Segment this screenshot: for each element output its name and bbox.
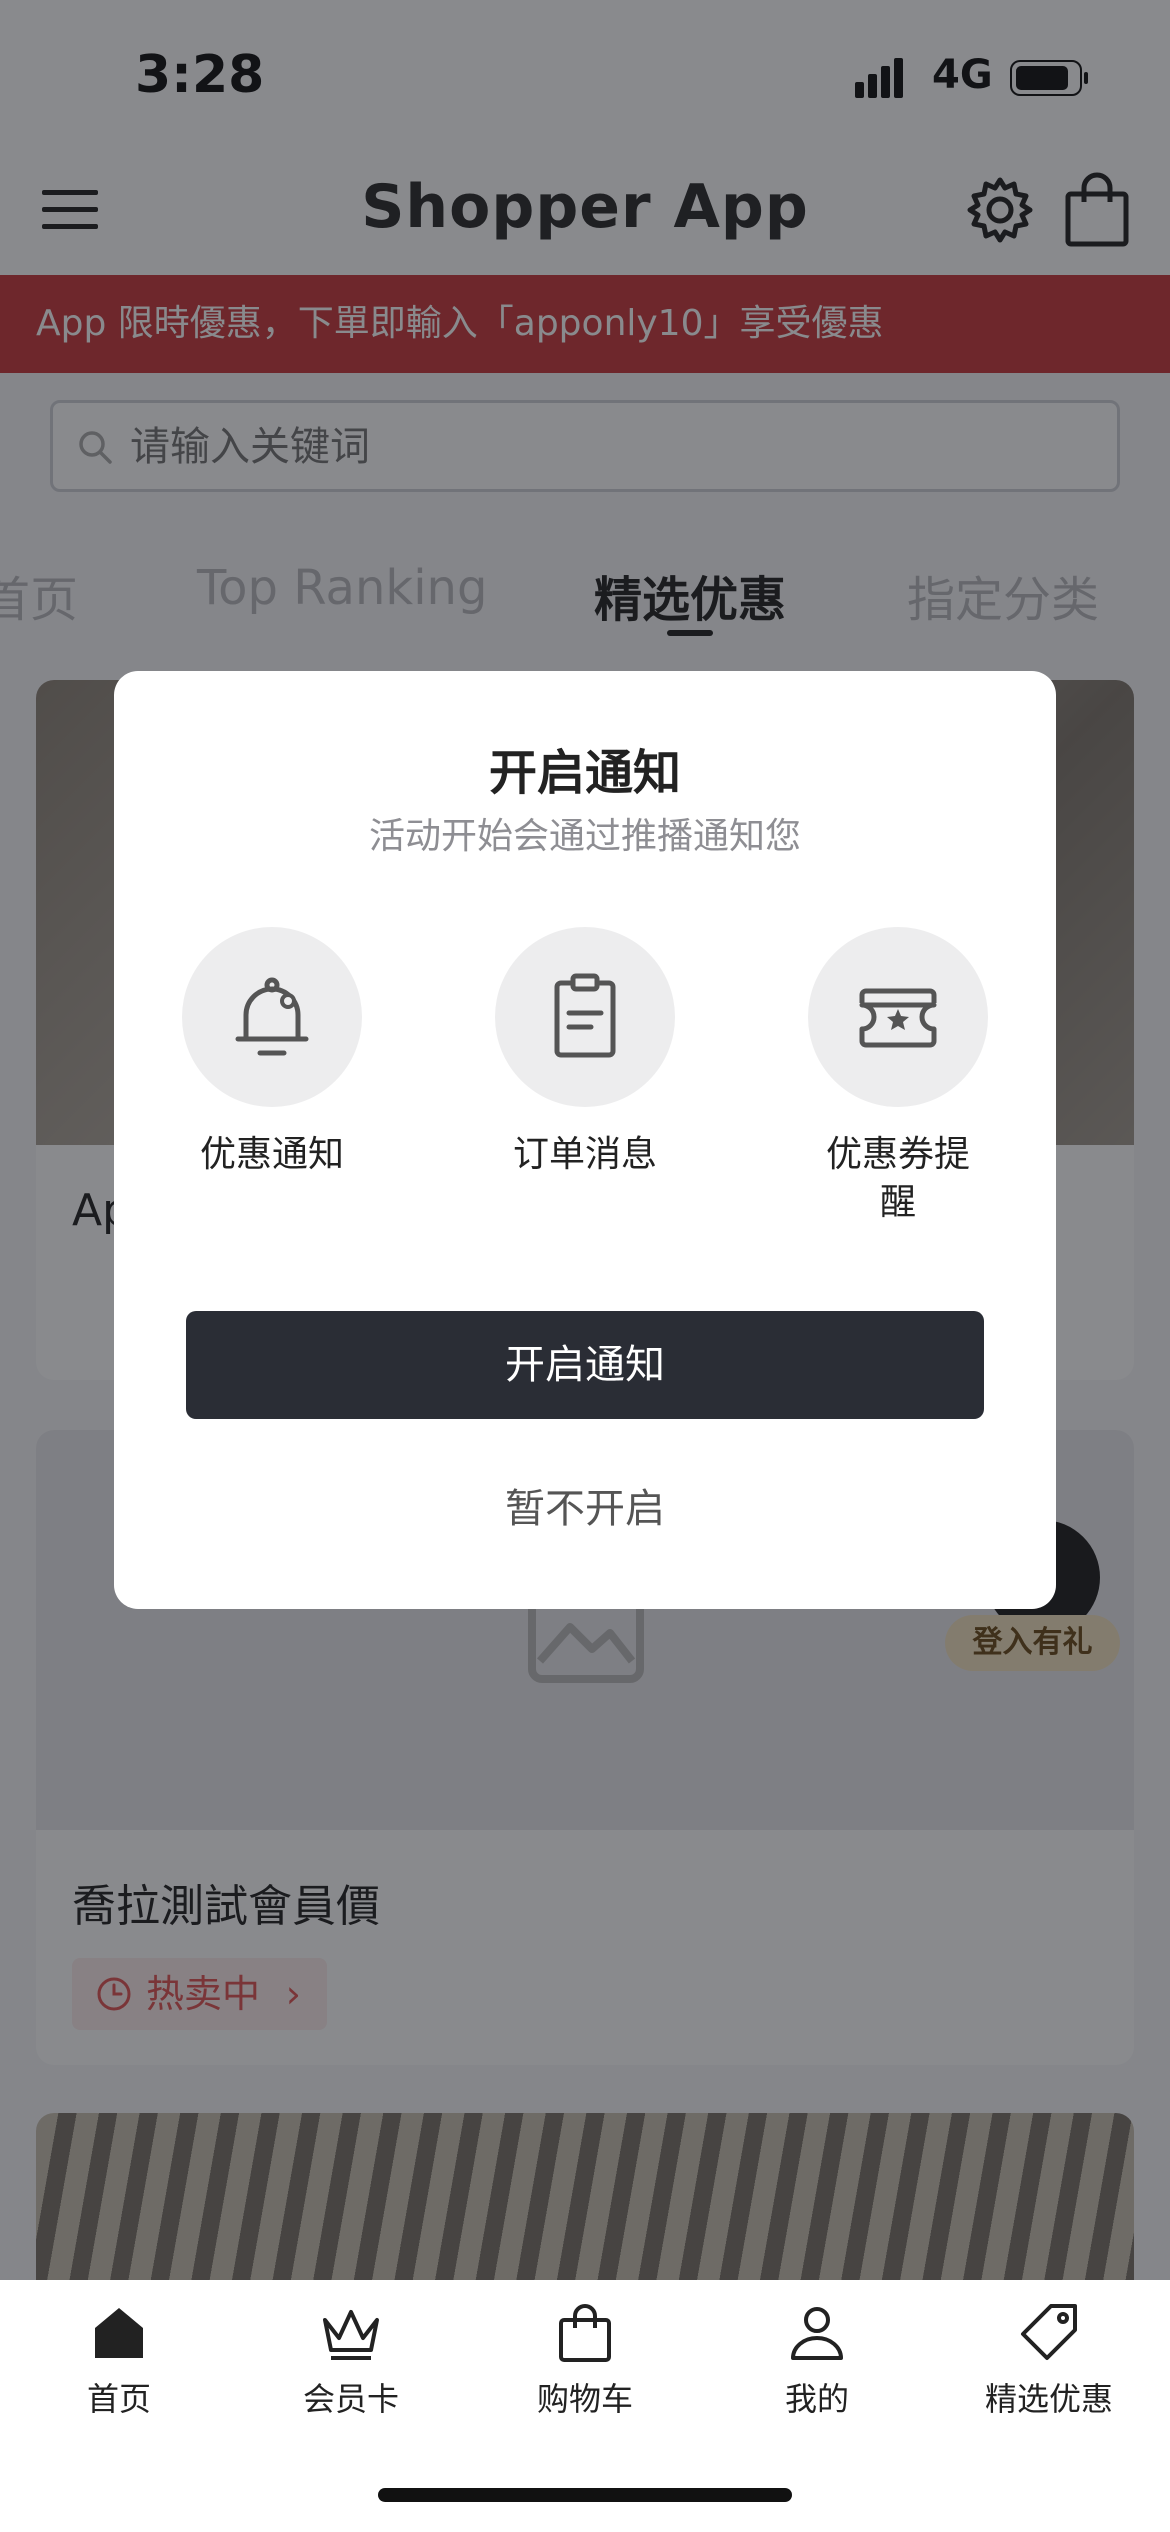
tag-icon — [1021, 2304, 1077, 2360]
bottom-nav: 首页 会员卡 购物车 我的 精选优惠 — [0, 2280, 1170, 2532]
clipboard-icon — [495, 927, 675, 1107]
nav-label: 首页 — [86, 2380, 151, 2418]
nav-item-cart[interactable]: 购物车 — [468, 2300, 702, 2420]
option-coupon-reminder: 优惠券提醒 — [778, 927, 1018, 1227]
bell-icon — [182, 927, 362, 1107]
nav-label: 精选优惠 — [984, 2380, 1113, 2418]
option-order-messages: 订单消息 — [465, 927, 705, 1179]
person-icon — [791, 2307, 843, 2360]
app-screen: 3:28 4G Shopper App App 限時優惠 — [0, 0, 1170, 2532]
option-label: 优惠券提醒 — [825, 1134, 970, 1223]
option-label: 订单消息 — [512, 1134, 657, 1175]
shopping-bag-icon — [559, 2304, 611, 2362]
enable-notifications-button[interactable]: 开启通知 — [186, 1311, 984, 1419]
not-now-button[interactable]: 暂不开启 — [186, 1461, 984, 1557]
crown-icon — [323, 2310, 379, 2360]
notification-permission-dialog: 开启通知 活动开始会通过推播通知您 优惠通知 订单消息 优惠券提醒 开启通知 暂… — [114, 671, 1056, 1609]
home-icon — [95, 2308, 143, 2358]
nav-label: 我的 — [784, 2380, 849, 2418]
nav-item-featured[interactable]: 精选优惠 — [932, 2300, 1166, 2420]
nav-label: 购物车 — [536, 2380, 633, 2418]
nav-item-profile[interactable]: 我的 — [700, 2300, 934, 2420]
option-deal-notification: 优惠通知 — [152, 927, 392, 1179]
dialog-title: 开启通知 — [488, 745, 681, 801]
option-label: 优惠通知 — [199, 1134, 344, 1175]
nav-item-membership[interactable]: 会员卡 — [234, 2300, 468, 2420]
nav-item-home[interactable]: 首页 — [2, 2300, 236, 2420]
nav-label: 会员卡 — [302, 2380, 399, 2418]
coupon-icon — [808, 927, 988, 1107]
home-indicator — [378, 2488, 792, 2502]
dialog-subtitle: 活动开始会通过推播通知您 — [368, 816, 801, 857]
